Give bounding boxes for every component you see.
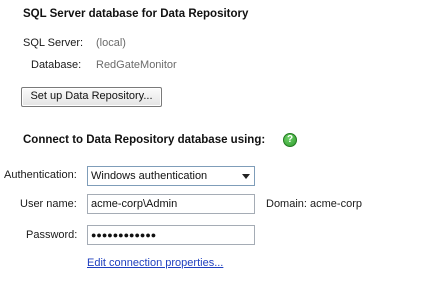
database-label: Database: xyxy=(31,59,82,71)
edit-connection-properties-link[interactable]: Edit connection properties... xyxy=(87,257,223,269)
chevron-down-icon xyxy=(242,174,250,179)
database-value: RedGateMonitor xyxy=(96,59,177,71)
password-label: Password: xyxy=(26,229,78,241)
connect-section-heading: Connect to Data Repository database usin… xyxy=(23,134,266,146)
sql-server-value: (local) xyxy=(96,37,126,49)
setup-data-repository-button[interactable]: Set up Data Repository... xyxy=(21,87,162,107)
authentication-selected-value: Windows authentication xyxy=(91,170,208,182)
username-input[interactable]: acme-corp\Admin xyxy=(87,194,255,214)
help-icon[interactable]: ? xyxy=(283,133,297,147)
sql-section-heading: SQL Server database for Data Repository xyxy=(23,8,249,20)
sql-server-label: SQL Server: xyxy=(23,37,84,49)
authentication-dropdown[interactable]: Windows authentication xyxy=(87,166,255,186)
authentication-label: Authentication: xyxy=(4,169,77,181)
password-input[interactable]: ●●●●●●●●●●●● xyxy=(87,225,255,245)
domain-text: Domain: acme-corp xyxy=(266,198,362,210)
username-label: User name: xyxy=(20,198,77,210)
